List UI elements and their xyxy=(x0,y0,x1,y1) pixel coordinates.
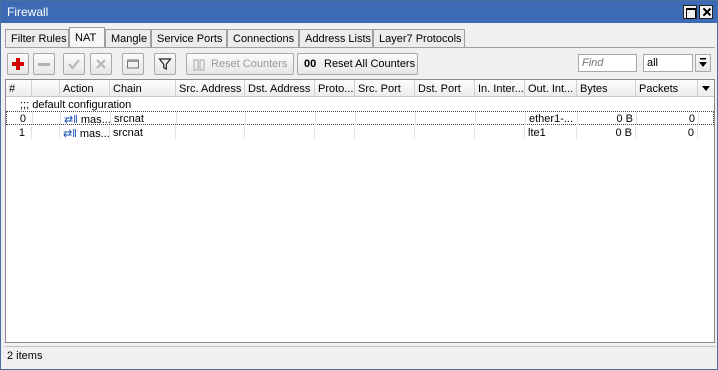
close-button[interactable] xyxy=(699,5,713,19)
table-header: # Action Chain Src. Address Dst. Address… xyxy=(6,80,714,97)
rule-comment: ;;; default configuration xyxy=(20,99,132,111)
plus-icon xyxy=(12,58,24,70)
columns-menu-icon[interactable] xyxy=(698,80,714,97)
reset-all-counters-icon: 00 xyxy=(304,58,317,70)
status-bar: 2 items xyxy=(5,346,715,366)
row-flags xyxy=(32,126,60,139)
reset-all-counters-label: Reset All Counters xyxy=(324,58,416,70)
table-row[interactable]: 1 ⇄‖ mas... srcnat lte1 0 B 0 xyxy=(6,126,714,140)
row-action: ⇄‖ mas... xyxy=(60,126,110,139)
row-protocol xyxy=(316,112,356,125)
column-header-flags[interactable] xyxy=(32,80,60,97)
row-src-address xyxy=(177,112,246,125)
items-count: 2 items xyxy=(7,350,43,362)
column-header-action[interactable]: Action xyxy=(60,80,110,97)
comment-button[interactable] xyxy=(122,53,144,75)
nat-rules-table: # Action Chain Src. Address Dst. Address… xyxy=(5,79,715,343)
disable-button[interactable] xyxy=(90,53,112,75)
masquerade-icon: ⇄‖ xyxy=(63,128,77,139)
filter-select[interactable]: all xyxy=(643,54,693,72)
column-header-chain[interactable]: Chain xyxy=(110,80,176,97)
row-src-port xyxy=(356,112,416,125)
row-dst-address xyxy=(245,126,315,139)
tab-connections[interactable]: Connections xyxy=(227,29,299,47)
row-dst-address xyxy=(246,112,316,125)
filter-button[interactable] xyxy=(154,53,176,75)
row-dst-port xyxy=(416,112,476,125)
reset-counters-label: Reset Counters xyxy=(211,58,288,70)
column-header-protocol[interactable]: Proto... xyxy=(315,80,355,97)
find-input[interactable] xyxy=(578,54,637,72)
window-title: Firewall xyxy=(7,5,49,19)
tab-mangle[interactable]: Mangle xyxy=(105,29,151,47)
row-packets: 0 xyxy=(636,126,698,139)
column-header-packets[interactable]: Packets xyxy=(636,80,698,97)
firewall-window: Firewall Filter Rules NAT Mangle Service… xyxy=(0,0,718,370)
funnel-icon xyxy=(158,58,172,71)
column-header-src-port[interactable]: Src. Port xyxy=(355,80,415,97)
row-action-text: mas... xyxy=(80,114,111,125)
note-icon xyxy=(127,59,139,69)
maximize-button[interactable] xyxy=(683,5,697,19)
row-src-port xyxy=(355,126,415,139)
row-index: 1 xyxy=(6,126,32,139)
tab-layer7-protocols[interactable]: Layer7 Protocols xyxy=(373,29,465,47)
column-header-dst-port[interactable]: Dst. Port xyxy=(415,80,475,97)
row-in-interface xyxy=(475,126,525,139)
tab-filter-rules[interactable]: Filter Rules xyxy=(5,29,69,47)
masquerade-icon: ⇄‖ xyxy=(64,114,78,125)
title-bar[interactable]: Firewall xyxy=(1,1,717,23)
row-bytes: 0 B xyxy=(577,126,636,139)
row-src-address xyxy=(176,126,245,139)
row-protocol xyxy=(315,126,355,139)
row-out-interface: ether1-... xyxy=(526,112,578,125)
row-chain: srcnat xyxy=(110,126,176,139)
dropdown-icon xyxy=(699,58,707,67)
row-packets: 0 xyxy=(637,112,699,125)
enable-button[interactable] xyxy=(63,53,85,75)
row-chain: srcnat xyxy=(111,112,177,125)
reset-all-counters-button[interactable]: 00 Reset All Counters xyxy=(297,53,418,75)
tab-nat[interactable]: NAT xyxy=(69,27,105,48)
reset-counters-button[interactable]: Reset Counters xyxy=(186,53,294,75)
row-dst-port xyxy=(415,126,475,139)
row-flags xyxy=(33,112,61,125)
column-header-bytes[interactable]: Bytes xyxy=(577,80,636,97)
column-header-in-interface[interactable]: In. Inter... xyxy=(475,80,525,97)
column-header-src-address[interactable]: Src. Address xyxy=(176,80,245,97)
x-icon xyxy=(96,59,106,69)
column-header-out-interface[interactable]: Out. Int... xyxy=(525,80,577,97)
row-bytes: 0 B xyxy=(578,112,637,125)
row-action-text: mas... xyxy=(79,128,110,139)
row-in-interface xyxy=(476,112,526,125)
column-header-dst-address[interactable]: Dst. Address xyxy=(245,80,315,97)
minus-icon xyxy=(38,63,50,66)
tab-address-lists[interactable]: Address Lists xyxy=(299,29,373,47)
row-action: ⇄‖ mas... xyxy=(61,112,111,125)
column-header-index[interactable]: # xyxy=(6,80,32,97)
check-icon xyxy=(68,59,80,70)
row-index: 0 xyxy=(7,112,33,125)
add-button[interactable] xyxy=(7,53,29,75)
table-row[interactable]: 0 ⇄‖ mas... srcnat ether1-... 0 B 0 xyxy=(6,111,714,125)
tab-service-ports[interactable]: Service Ports xyxy=(151,29,227,47)
tab-divider xyxy=(5,47,715,48)
reset-counters-icon xyxy=(193,59,205,71)
remove-button[interactable] xyxy=(33,53,55,75)
row-out-interface: lte1 xyxy=(525,126,577,139)
filter-select-dropdown[interactable] xyxy=(695,54,711,72)
